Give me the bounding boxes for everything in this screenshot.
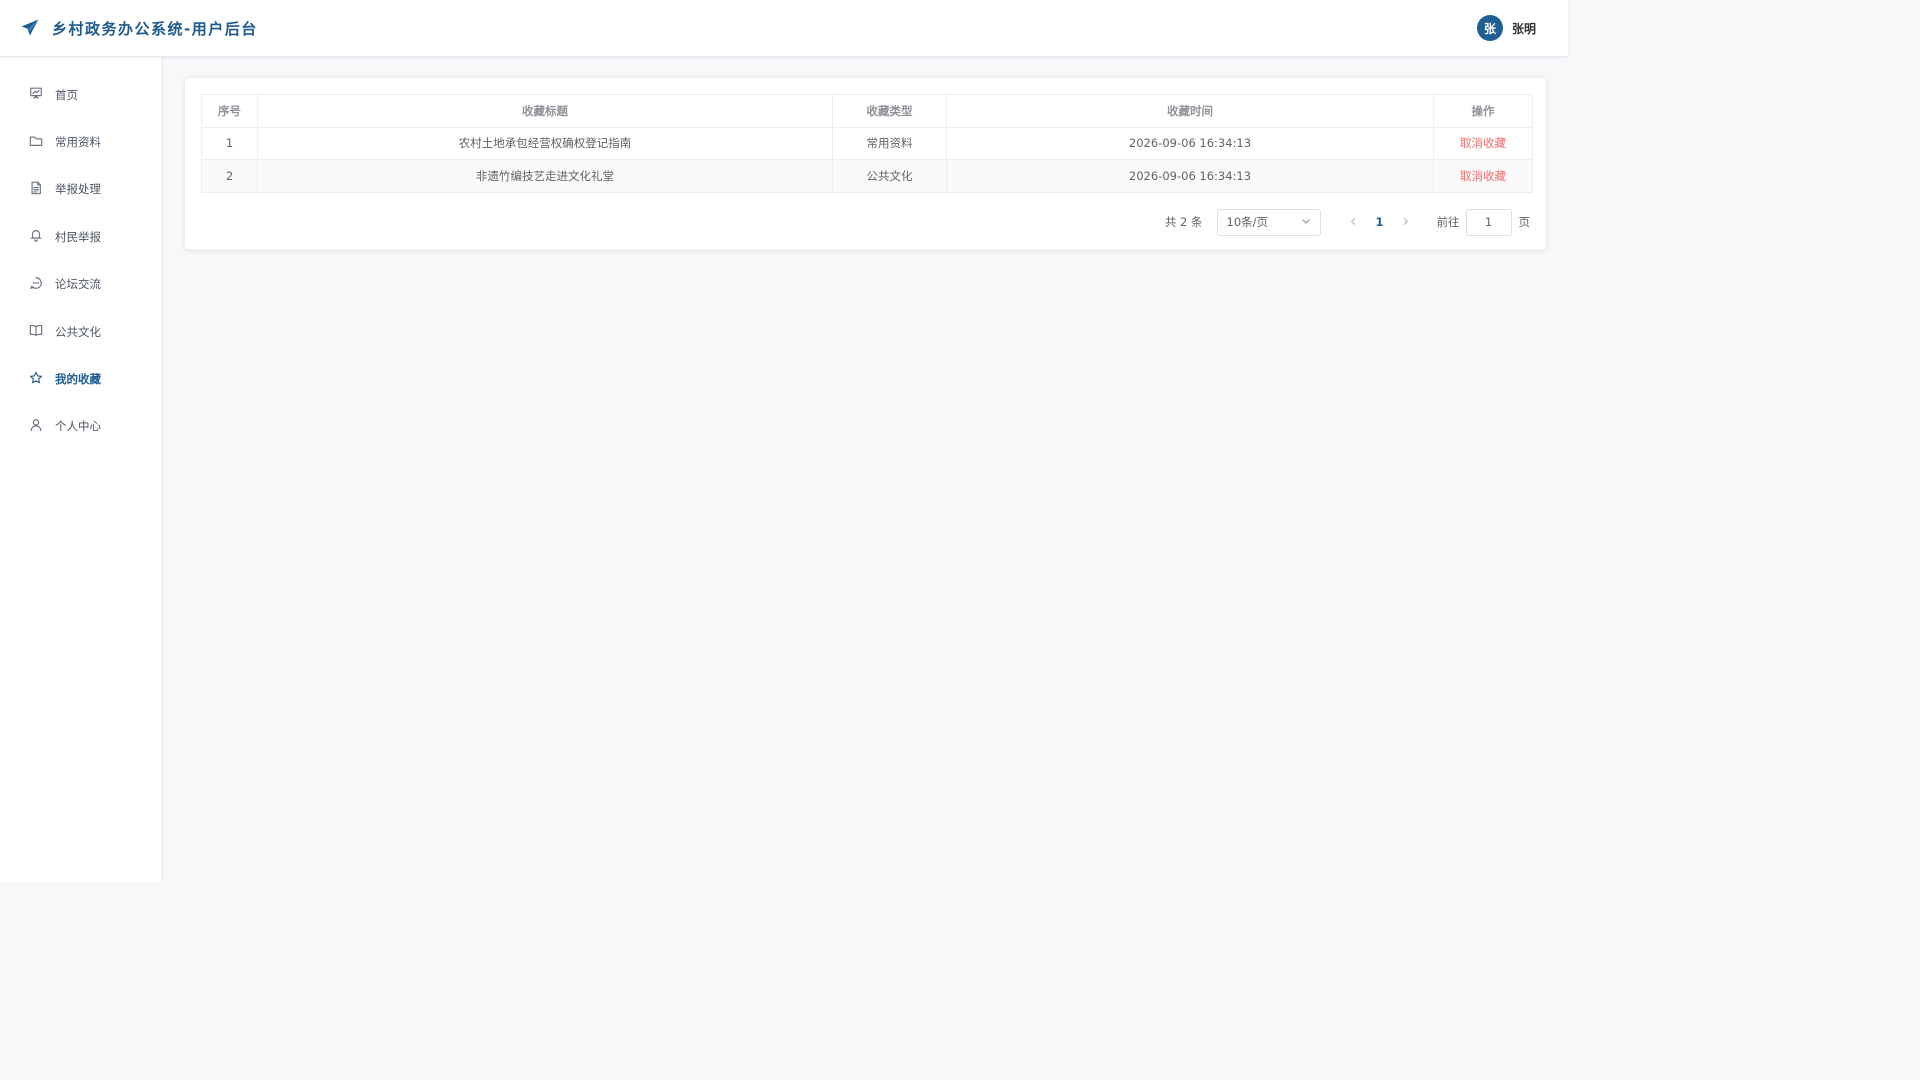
sidebar-item-label: 我的收藏 — [55, 372, 101, 387]
bell-icon — [29, 228, 43, 245]
sidebar-item-villager-reports[interactable]: 村民举报 — [0, 213, 162, 260]
page-size-value: 10条/页 — [1226, 215, 1269, 229]
avatar[interactable]: 张 — [1476, 15, 1503, 41]
page-number-current[interactable]: 1 — [1367, 215, 1393, 229]
sidebar-item-label: 论坛交流 — [55, 277, 101, 292]
sidebar-item-home[interactable]: 首页 — [0, 71, 162, 118]
sidebar-item-common-materials[interactable]: 常用资料 — [0, 118, 162, 165]
column-header-type: 收藏类型 — [832, 94, 947, 128]
cell-type: 常用资料 — [832, 126, 947, 160]
sidebar-item-personal-center[interactable]: 个人中心 — [0, 403, 162, 450]
goto-label: 前往 — [1436, 215, 1460, 229]
page-size-select[interactable]: 10条/页 — [1216, 208, 1321, 236]
favorites-table: 序号 收藏标题 收藏类型 收藏时间 操作 1 农村土地承包经营权确权登记指南 常… — [201, 94, 1533, 193]
next-page-button[interactable] — [1393, 215, 1419, 229]
cell-title: 农村土地承包经营权确权登记指南 — [257, 126, 833, 160]
cell-action: 取消收藏 — [1433, 159, 1533, 193]
prev-page-button[interactable] — [1341, 215, 1367, 229]
top-header: 乡村政务办公系统-用户后台 张 张明 — [0, 0, 1568, 57]
sidebar-item-label: 村民举报 — [55, 229, 101, 244]
chevron-right-icon — [1401, 215, 1410, 229]
table-row: 1 农村土地承包经营权确权登记指南 常用资料 2026-09-06 16:34:… — [201, 126, 1533, 160]
username[interactable]: 张明 — [1512, 20, 1536, 37]
cell-action: 取消收藏 — [1433, 126, 1533, 160]
star-icon — [29, 371, 43, 388]
user-icon — [29, 418, 43, 435]
column-header-action: 操作 — [1433, 94, 1533, 128]
sidebar-item-label: 首页 — [55, 87, 78, 102]
sidebar-item-report-handling[interactable]: 举报处理 — [0, 166, 162, 213]
book-icon — [29, 323, 43, 340]
sidebar-item-label: 公共文化 — [55, 324, 101, 339]
cell-type: 公共文化 — [832, 159, 947, 193]
sidebar-item-my-favorites[interactable]: 我的收藏 — [0, 355, 162, 402]
goto-suffix: 页 — [1518, 215, 1531, 229]
brand[interactable]: 乡村政务办公系统-用户后台 — [20, 18, 258, 39]
document-icon — [29, 181, 43, 198]
pagination: 共 2 条 10条/页 1 前往 页 — [1165, 208, 1530, 236]
cell-title: 非遗竹编技艺走进文化礼堂 — [257, 159, 833, 193]
unfavorite-button[interactable]: 取消收藏 — [1460, 136, 1506, 150]
chevron-down-icon — [1301, 215, 1311, 229]
sidebar-item-label: 常用资料 — [55, 135, 101, 150]
sidebar-item-label: 个人中心 — [55, 419, 101, 434]
total-count: 共 2 条 — [1164, 215, 1203, 229]
favorites-card: 序号 收藏标题 收藏类型 收藏时间 操作 1 农村土地承包经营权确权登记指南 常… — [184, 77, 1547, 250]
presentation-icon — [29, 86, 43, 103]
sidebar-item-label: 举报处理 — [55, 182, 101, 197]
chevron-left-icon — [1349, 215, 1358, 229]
column-header-index: 序号 — [201, 94, 258, 128]
goto-page-input[interactable] — [1465, 208, 1512, 236]
cell-time: 2026-09-06 16:34:13 — [946, 159, 1434, 193]
cell-time: 2026-09-06 16:34:13 — [946, 126, 1434, 160]
column-header-time: 收藏时间 — [946, 94, 1434, 128]
chat-icon — [29, 276, 43, 293]
sidebar-item-public-culture[interactable]: 公共文化 — [0, 308, 162, 355]
unfavorite-button[interactable]: 取消收藏 — [1460, 169, 1506, 183]
user-menu[interactable]: 张 张明 — [1476, 15, 1536, 41]
column-header-title: 收藏标题 — [257, 94, 833, 128]
paper-plane-icon — [20, 18, 40, 38]
cell-index: 1 — [201, 126, 258, 160]
folder-icon — [29, 134, 43, 151]
table-row: 2 非遗竹编技艺走进文化礼堂 公共文化 2026-09-06 16:34:13 … — [201, 159, 1533, 193]
sidebar: 首页 常用资料 举报处理 村民举报 论坛交流 公共文化 我的收藏 个人中心 — [0, 57, 163, 882]
app-title: 乡村政务办公系统-用户后台 — [52, 19, 258, 38]
sidebar-item-forum[interactable]: 论坛交流 — [0, 261, 162, 308]
table-header-row: 序号 收藏标题 收藏类型 收藏时间 操作 — [201, 94, 1533, 128]
cell-index: 2 — [201, 159, 258, 193]
